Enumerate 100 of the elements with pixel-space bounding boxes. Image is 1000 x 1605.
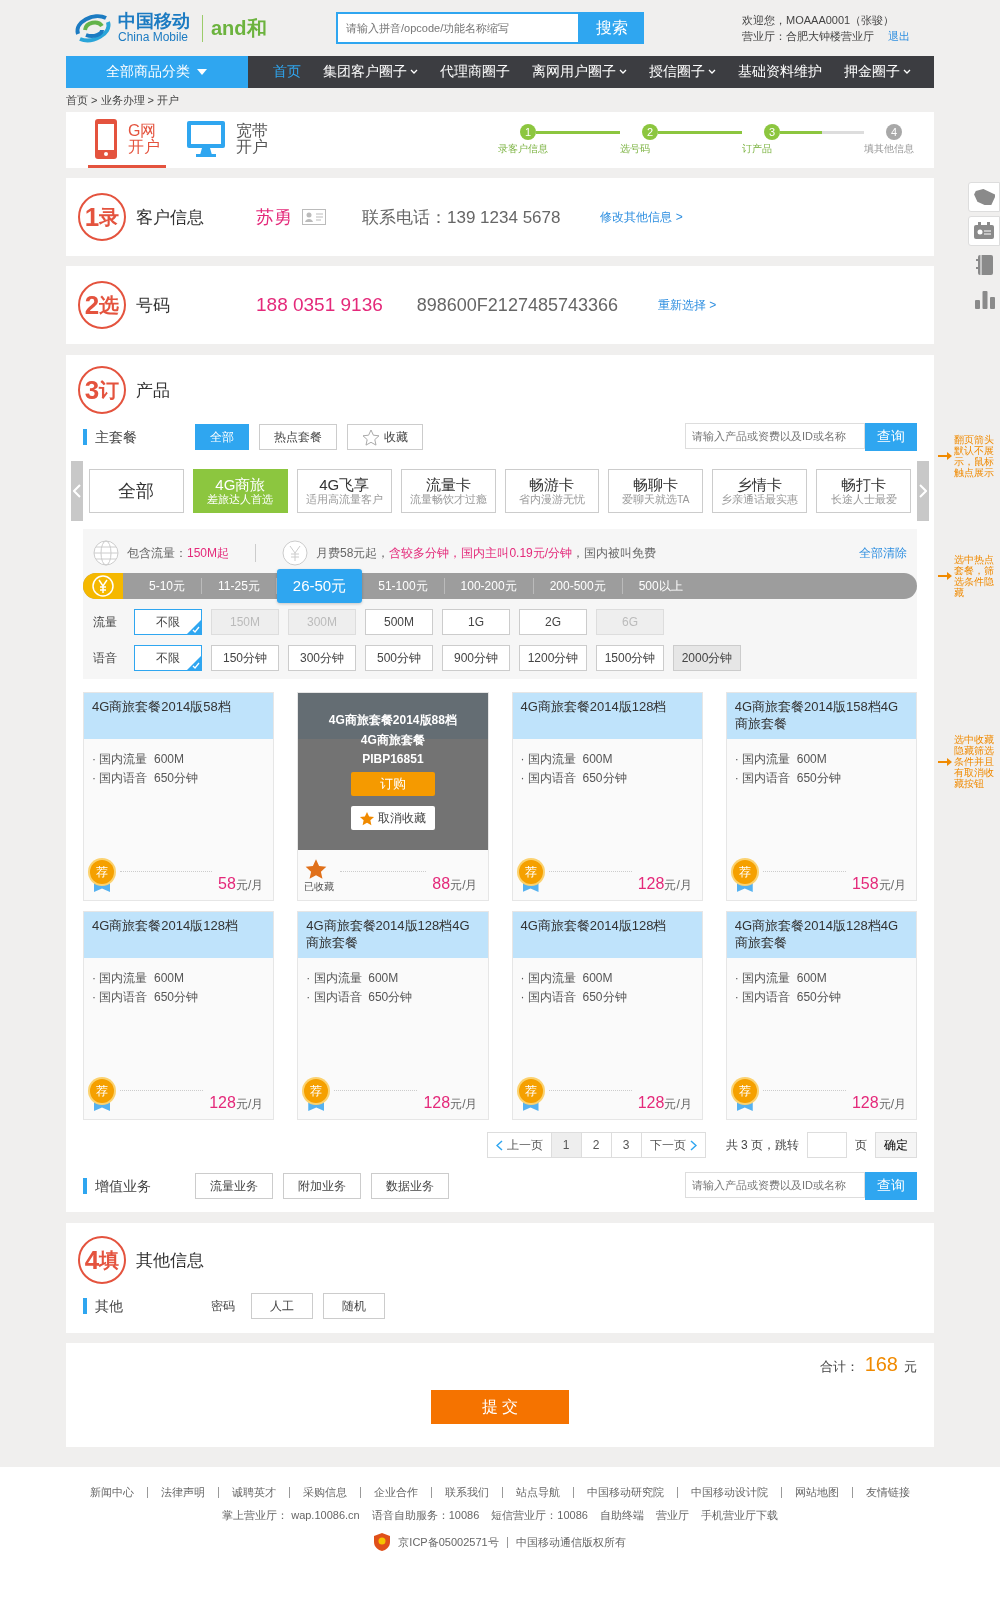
star-icon [362, 428, 380, 446]
category-tab[interactable]: 流量卡 流量畅饮才过瘾 [400, 469, 496, 513]
nav-item[interactable]: 离网用户圈子 [521, 56, 638, 88]
footer-link[interactable]: 法律声明 [147, 1487, 218, 1498]
product-card[interactable]: 4G商旅套餐2014版158档4G商旅套餐 · 国内流量 600M · 国内语音 650分钟 荐 158元/月 [725, 692, 917, 901]
nav-item[interactable]: 首页 [262, 56, 312, 88]
feature-text: · 国内流量 600M [520, 970, 614, 987]
brand-logo: and和 [202, 14, 267, 42]
arrow-icon [938, 572, 952, 580]
page-number-button[interactable]: 1 [551, 1133, 582, 1157]
confirm-button[interactable]: 确定 [875, 1132, 917, 1158]
product-card[interactable]: 4G商旅套餐2014版128档4G商旅套餐 · 国内流量 600M · 国内语音 650分钟 荐 128元/月 [725, 911, 917, 1120]
filter-option[interactable]: 1200分钟 [519, 645, 587, 671]
footer-link[interactable]: 新闻中心 [77, 1487, 147, 1498]
overlay-product-name: 4G商旅套餐2014版88档 [328, 712, 457, 729]
filter-tab[interactable]: 热点套餐 [259, 424, 337, 450]
annotation-note: 选中收藏隐藏筛选条件并且有取消收藏按钮 [954, 734, 995, 789]
total-label: 合计： [819, 1358, 859, 1376]
nav-item[interactable]: 集团客户圈子 [312, 56, 429, 88]
fee-summary-text: 月费58元起，含较多分钟，国内主叫0.19元/分钟，国内被叫免费 [316, 544, 657, 562]
step-number: 2 [642, 124, 658, 140]
footer-link[interactable]: 采购信息 [289, 1487, 360, 1498]
category-tab[interactable]: 4G飞享 适用高流量客户 [296, 469, 392, 513]
feature-text: · 国内流量 600M [734, 970, 828, 987]
phone-icon [94, 117, 118, 160]
product-card[interactable]: 4G商旅套餐2014版128档 · 国内流量 600M · 国内语音 650分钟 荐 128元/月 [511, 692, 703, 901]
filter-option[interactable]: 1500分钟 [596, 645, 664, 671]
nav-item[interactable]: 基础资料维护 [727, 56, 833, 88]
category-tab[interactable]: 畅打卡 长途人士最爱 [816, 469, 911, 513]
open-type-tab[interactable]: 宽带 开户 [180, 112, 274, 168]
previous-arrow-button[interactable] [71, 461, 83, 521]
chevron-left-icon [73, 484, 81, 498]
filter-tab[interactable]: 收藏 [347, 424, 423, 450]
service-text: 手机营业厅下载 [700, 1508, 778, 1523]
service-text: 掌上营业厅： wap.10086.cn [222, 1508, 360, 1523]
chevron-down-icon [410, 69, 418, 75]
caret-icon [196, 68, 208, 76]
breadcrumb: 首页 > 业务办理 > 开户 [66, 93, 181, 108]
filter-option[interactable]: 900分钟 [442, 645, 510, 671]
product-card[interactable]: 4G商旅套餐2014版128档 · 国内流量 600M · 国内语音 650分钟 荐 128元/月 [511, 911, 703, 1120]
product-card[interactable]: 4G商旅套餐2014版128档4G商旅套餐 · 国内流量 600M · 国内语音 650分钟 荐 128元/月 [297, 911, 489, 1120]
product-name: 4G商旅套餐2014版158档4G商旅套餐 [726, 693, 916, 739]
nav-item[interactable]: 授信圈子 [638, 56, 727, 88]
category-tab[interactable]: 畅聊卡 爱聊天就选TA [608, 469, 704, 513]
filter-option[interactable]: 1G [442, 609, 510, 635]
footer-link[interactable]: 企业合作 [360, 1487, 431, 1498]
filter-option[interactable]: 500M [365, 609, 433, 635]
id-card-icon[interactable] [968, 216, 1000, 246]
category-tab[interactable]: 乡情卡 乡亲通话最实惠 [712, 469, 808, 513]
footer-link[interactable]: 联系我们 [431, 1487, 502, 1498]
unfavorite-button[interactable]: 取消收藏 [350, 806, 435, 830]
filter-option[interactable]: 300分钟 [288, 645, 356, 671]
filter-option[interactable]: 2000分钟 [673, 645, 741, 671]
service-button[interactable]: 数据业务 [371, 1173, 449, 1199]
product-card[interactable]: 4G商旅套餐2014版128档 · 国内流量 600M · 国内语音 650分钟 荐 128元/月 [83, 911, 275, 1120]
product-search-field[interactable]: 请输入产品或资费以及ID或名称 [685, 423, 865, 449]
option-label: 语音 [93, 649, 118, 667]
category-tab[interactable]: 畅游卡 省内漫游无忧 [504, 469, 600, 513]
category-tab[interactable]: 全部 [89, 469, 184, 513]
password-option-button[interactable]: 随机 [323, 1293, 385, 1319]
feature-text: · 国内语音 650分钟 [520, 770, 628, 787]
price-text: 88元/月 [432, 875, 478, 894]
filter-option[interactable]: 500分钟 [365, 645, 433, 671]
feature-text: · 国内流量 600M [92, 751, 185, 768]
copyright-text: 中国移动通信版权所有 [515, 1534, 626, 1550]
password-option-button[interactable]: 人工 [251, 1293, 313, 1319]
footer-link[interactable]: 站点导航 [502, 1487, 573, 1498]
footer-link[interactable]: 中国移动设计院 [677, 1487, 781, 1498]
footer-link[interactable]: 网站地图 [781, 1487, 852, 1498]
service-button[interactable]: 流量业务 [195, 1173, 273, 1199]
nav-item[interactable]: 押金圈子 [833, 56, 922, 88]
feature-text: · 国内语音 650分钟 [520, 989, 628, 1006]
footer-link[interactable]: 中国移动研究院 [573, 1487, 677, 1498]
search-field[interactable]: 请输入拼音/opcode/功能名称缩写 [336, 12, 580, 44]
open-type-tab[interactable]: G网 开户 [88, 112, 166, 168]
nav-item[interactable]: 代理商圈子 [429, 56, 521, 88]
filter-option[interactable]: 不限 [134, 645, 202, 671]
product-card[interactable]: 4G商旅套餐2014版58档 · 国内流量 600M · 国内语音 650分钟 荐 58元/月 [83, 692, 275, 901]
section-title: 客户信息 [136, 206, 205, 229]
next-arrow-button[interactable] [917, 461, 929, 521]
filter-option[interactable]: 150分钟 [211, 645, 279, 671]
step-number: 4 [886, 124, 902, 140]
product-name: 4G商旅套餐2014版58档 [84, 693, 274, 739]
step-label: 订产品 [742, 142, 773, 156]
step-number: 1 [520, 124, 536, 140]
footer-link[interactable]: 友情链接 [852, 1487, 923, 1498]
page-jump-field[interactable] [807, 1132, 847, 1158]
filter-option[interactable]: 不限 [134, 609, 202, 635]
currency-unit: 元 [904, 1358, 917, 1376]
icp-text: 京ICP备05002571号 [398, 1534, 499, 1550]
price-text: 128元/月 [637, 875, 692, 894]
product-card[interactable]: 4G商旅套餐2014版88档 4G商旅套餐 PIBP16851 订购 取消收藏 已收藏 88元/月 [297, 692, 489, 901]
service-button[interactable]: 附加业务 [283, 1173, 361, 1199]
product-name: 4G商旅套餐2014版128档 [512, 693, 702, 739]
edit-info-link[interactable]: 修改其他信息 > [600, 208, 683, 226]
product-search-field[interactable]: 请输入产品或资费以及ID或名称 [685, 1172, 865, 1198]
feature-text: · 国内语音 650分钟 [734, 989, 842, 1006]
filter-option[interactable]: 2G [519, 609, 587, 635]
reselect-link[interactable]: 重新选择 > [658, 296, 717, 314]
footer-link[interactable]: 诚聘英才 [218, 1487, 289, 1498]
